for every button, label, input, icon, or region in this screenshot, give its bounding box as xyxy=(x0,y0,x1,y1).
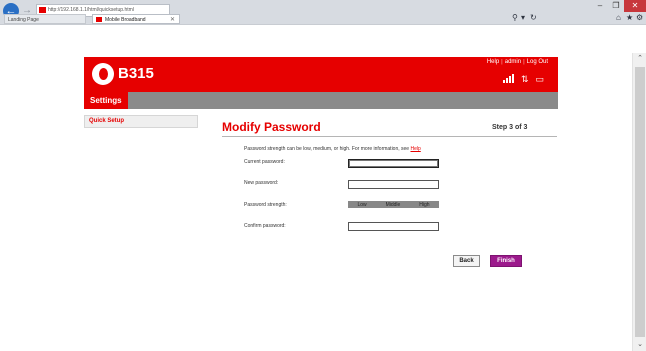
signal-strength-icon xyxy=(502,74,514,83)
strength-level-low: Low xyxy=(357,201,367,208)
strength-level-middle: Middle xyxy=(385,201,401,208)
address-text: http://192.168.1.1/html/quicksetup.html xyxy=(48,7,134,13)
hint-text: Password strength can be low, medium, or… xyxy=(244,146,410,152)
chrome-divider xyxy=(0,24,646,25)
maximize-icon[interactable]: ❐ xyxy=(608,0,624,12)
finish-button[interactable]: Finish xyxy=(490,255,522,267)
scroll-up-icon[interactable]: ⌃ xyxy=(633,53,646,65)
browser-chrome: ← → http://192.168.1.1/html/quicksetup.h… xyxy=(0,0,646,24)
vodafone-logo-icon xyxy=(92,63,114,85)
page-title: Modify Password xyxy=(222,120,321,134)
device-model: B315 xyxy=(118,65,154,82)
data-transfer-icon: ⇅ xyxy=(520,74,529,84)
sidebar-item-quick-setup[interactable]: Quick Setup xyxy=(84,115,198,128)
favorites-star-icon[interactable]: ★ xyxy=(626,13,633,22)
site-favicon-icon xyxy=(39,6,46,13)
current-password-field[interactable] xyxy=(348,159,439,168)
status-icons: ⇅ ▭ xyxy=(502,74,544,85)
step-indicator: Step 3 of 3 xyxy=(492,124,528,131)
page-scrollbar[interactable]: ⌃ ⌄ xyxy=(632,53,646,351)
password-strength-label: Password strength: xyxy=(244,202,287,208)
tab-label: Landing Page xyxy=(8,17,39,23)
search-icon[interactable]: ⚲ xyxy=(512,13,518,22)
dropdown-icon[interactable]: ▾ xyxy=(521,13,525,22)
admin-link[interactable]: admin xyxy=(505,59,521,65)
settings-gear-icon[interactable]: ⚙ xyxy=(636,13,643,22)
home-icon[interactable]: ⌂ xyxy=(616,13,621,22)
back-button[interactable]: Back xyxy=(453,255,480,267)
link-separator: | xyxy=(523,59,525,65)
scroll-down-icon[interactable]: ⌄ xyxy=(633,339,646,351)
password-strength-meter: Low Middle High xyxy=(348,201,439,208)
top-links: Help | admin | Log Out xyxy=(487,59,548,65)
confirm-password-field[interactable] xyxy=(348,222,439,231)
minimize-icon[interactable]: – xyxy=(592,0,608,12)
confirm-password-label: Confirm password: xyxy=(244,223,286,229)
new-password-label: New password: xyxy=(244,180,279,186)
strength-level-high: High xyxy=(419,201,430,208)
tab-favicon-icon xyxy=(96,17,102,23)
tab-mobile-broadband[interactable]: Mobile Broadband ✕ xyxy=(92,14,180,24)
tab-label: Mobile Broadband xyxy=(105,17,146,23)
window-controls: – ❐ ✕ xyxy=(592,0,646,12)
current-password-label: Current password: xyxy=(244,159,285,165)
password-hint: Password strength can be low, medium, or… xyxy=(244,146,421,152)
router-header: B315 Help | admin | Log Out ⇅ ▭ xyxy=(84,57,558,92)
help-link-inline[interactable]: Help xyxy=(410,146,420,152)
refresh-icon[interactable]: ↻ xyxy=(530,13,537,22)
new-password-field[interactable] xyxy=(348,180,439,189)
tab-strip: Landing Page Mobile Broadband ✕ xyxy=(0,14,250,24)
main-nav: Settings xyxy=(84,92,558,109)
scroll-thumb[interactable] xyxy=(635,67,645,337)
device-connected-icon: ▭ xyxy=(535,74,544,84)
close-window-icon[interactable]: ✕ xyxy=(624,0,646,12)
link-separator: | xyxy=(501,59,503,65)
help-link[interactable]: Help xyxy=(487,59,499,65)
nav-settings-tab[interactable]: Settings xyxy=(84,92,128,109)
title-divider xyxy=(222,136,557,137)
logout-link[interactable]: Log Out xyxy=(527,59,548,65)
tab-landing-page[interactable]: Landing Page xyxy=(4,14,86,24)
